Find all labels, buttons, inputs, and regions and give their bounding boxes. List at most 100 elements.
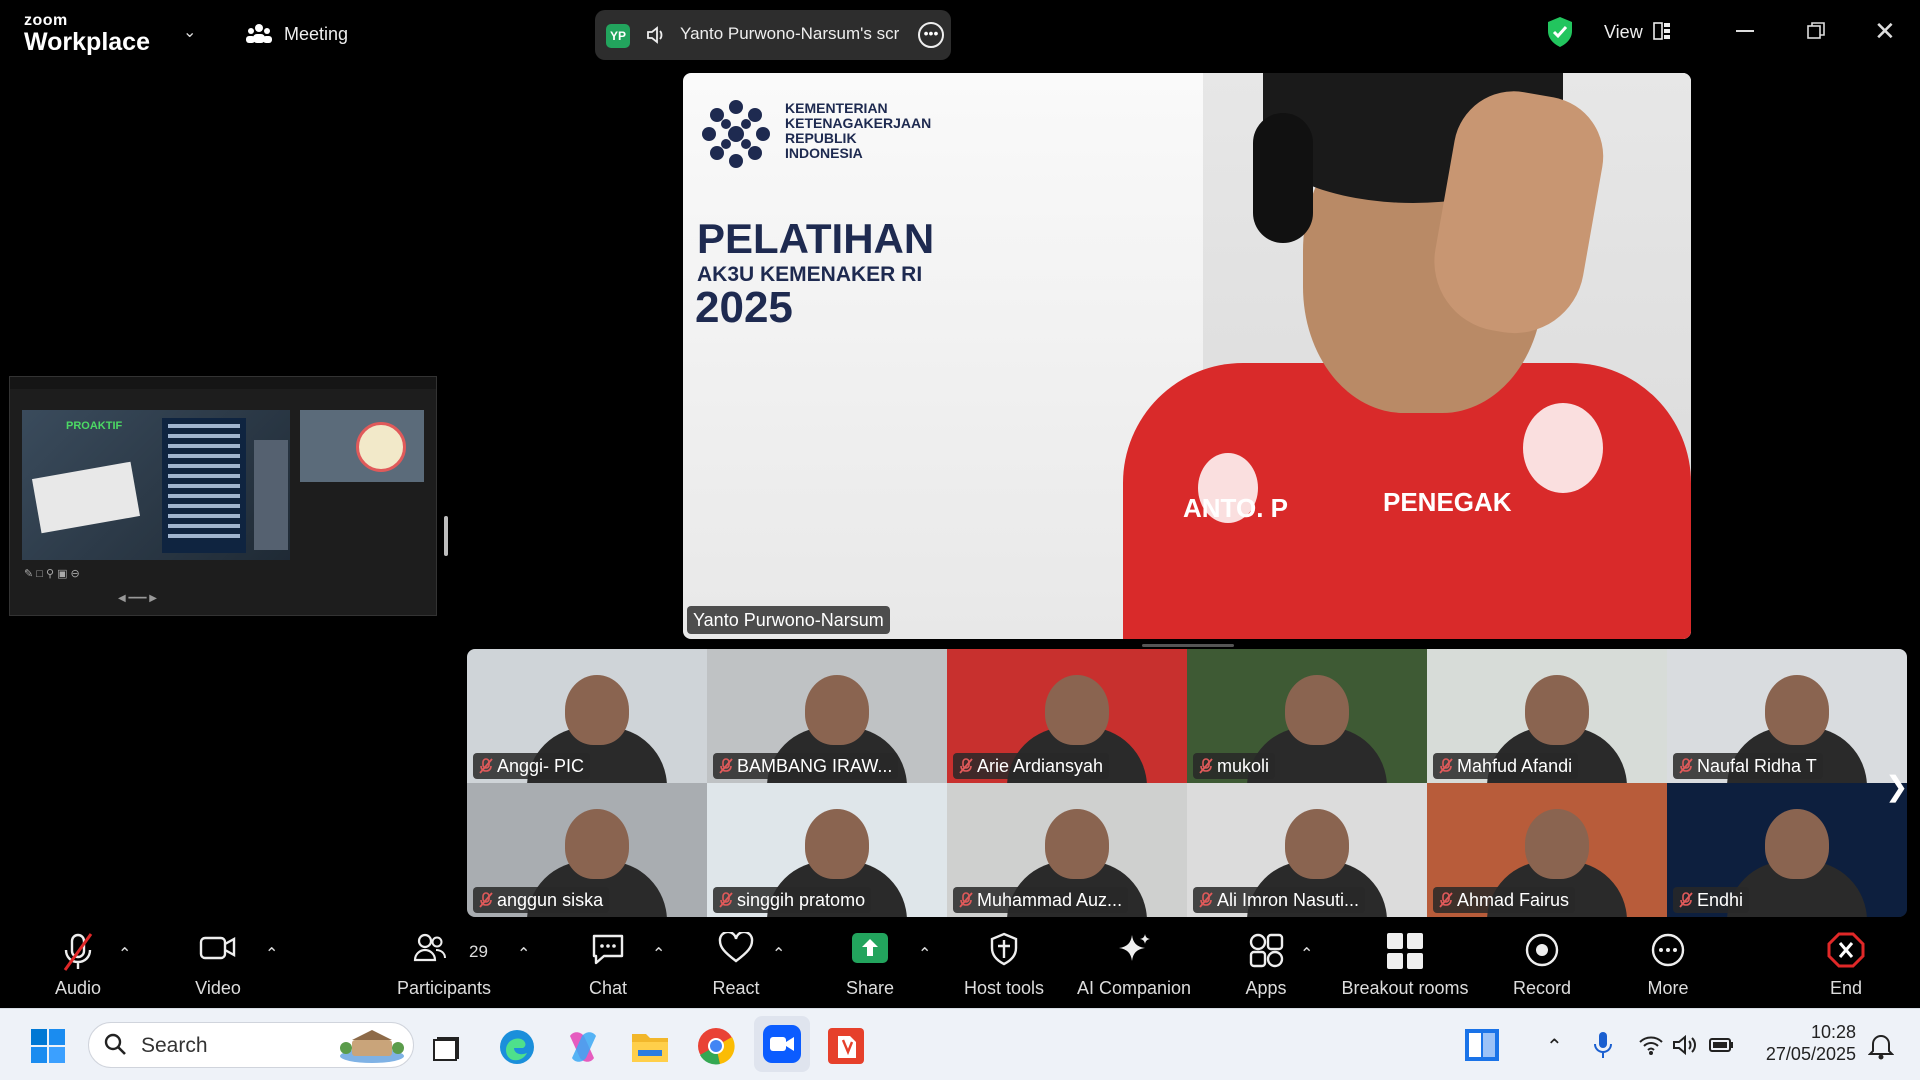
participant-tile[interactable]: Ali Imron Nasuti... (1187, 783, 1427, 917)
search-placeholder: Search (141, 1034, 208, 1057)
minimize-window-icon[interactable] (1736, 30, 1754, 32)
react-button[interactable]: React (698, 922, 774, 1008)
shirt-badge (1523, 403, 1603, 493)
react-options-chevron-icon[interactable]: ⌃ (772, 944, 785, 964)
gallery-next-page-icon[interactable]: ❯ (1885, 770, 1908, 803)
share-options-chevron-icon[interactable]: ⌃ (918, 944, 931, 964)
ai-companion-button[interactable]: AI Companion (1068, 922, 1200, 1008)
more-button[interactable]: More (1630, 922, 1706, 1008)
file-explorer-icon[interactable] (630, 1028, 670, 1069)
clock-date[interactable]: 27/05/2025 (1740, 1044, 1856, 1065)
muted-mic-icon (1199, 758, 1213, 774)
tray-microphone-icon[interactable] (1592, 1030, 1614, 1065)
record-button[interactable]: Record (1504, 922, 1580, 1008)
shared-screen-thumbnail[interactable]: PROAKTIF ✎ □ ⚲ ▣ ⊖ ◀ ━━━ ▶ (9, 376, 437, 616)
breakout-rooms-icon (1387, 933, 1423, 969)
participant-tile[interactable]: Ahmad Fairus (1427, 783, 1667, 917)
audio-button[interactable]: Audio (40, 922, 116, 1008)
host-tools-button[interactable]: Host tools (956, 922, 1052, 1008)
apps-button[interactable]: Apps (1228, 922, 1304, 1008)
tray-overflow-chevron-icon[interactable]: ⌃ (1546, 1034, 1563, 1059)
main-speaker-video[interactable]: ANTO. P PENEGAK KEMENTERIAN KETENAGAKERJ… (683, 73, 1691, 639)
apps-options-chevron-icon[interactable]: ⌃ (1300, 944, 1313, 964)
chevron-down-icon[interactable]: ⌄ (183, 22, 196, 42)
participant-face (1285, 809, 1349, 879)
record-icon (1525, 933, 1559, 967)
view-button[interactable]: View (1604, 22, 1643, 43)
chrome-browser-icon[interactable] (696, 1026, 736, 1071)
speaker-name-label: Yanto Purwono-Narsum (687, 606, 890, 634)
meeting-label[interactable]: Meeting (284, 24, 348, 45)
participant-name: singgih pratomo (713, 887, 872, 913)
speaker-icon (646, 25, 668, 50)
apps-icon (1249, 933, 1284, 968)
participant-face (565, 809, 629, 879)
sparkle-icon (1119, 934, 1150, 961)
banner-title: PELATIHAN (697, 215, 935, 262)
participants-button[interactable]: Participants (384, 922, 504, 1008)
participant-face (1765, 809, 1829, 879)
shirt-text: PENEGAK (1383, 487, 1512, 517)
participant-face (1765, 675, 1829, 745)
participant-tile[interactable]: BAMBANG IRAW... (707, 649, 947, 783)
video-splitter-handle[interactable] (1142, 644, 1234, 647)
muted-mic-icon (479, 892, 493, 908)
video-options-chevron-icon[interactable]: ⌃ (265, 944, 278, 964)
participant-tile[interactable]: Naufal Ridha T (1667, 649, 1907, 783)
participant-tile[interactable]: singgih pratomo (707, 783, 947, 917)
widget-panel-icon[interactable] (1464, 1028, 1500, 1067)
battery-icon[interactable] (1708, 1034, 1736, 1061)
participant-face (565, 675, 629, 745)
participant-tile[interactable]: Mahfud Afandi (1427, 649, 1667, 783)
participant-face (805, 809, 869, 879)
windows-start-icon[interactable] (30, 1028, 66, 1069)
volume-icon[interactable] (1672, 1034, 1698, 1061)
chat-options-chevron-icon[interactable]: ⌃ (652, 944, 665, 964)
share-options-icon[interactable]: ••• (918, 22, 944, 48)
participant-tile[interactable]: Arie Ardiansyah (947, 649, 1187, 783)
slide-title: PROAKTIF (66, 420, 123, 432)
close-window-icon[interactable]: ✕ (1874, 16, 1896, 47)
restore-window-icon[interactable] (1806, 21, 1826, 46)
headset (1253, 113, 1313, 243)
muted-mic-icon (959, 758, 973, 774)
audio-options-chevron-icon[interactable]: ⌃ (118, 944, 131, 964)
slide-photo (31, 461, 141, 534)
participants-options-chevron-icon[interactable]: ⌃ (517, 944, 530, 964)
muted-mic-icon (1439, 892, 1453, 908)
share-button[interactable]: Share (832, 922, 908, 1008)
chat-icon (592, 934, 624, 965)
copilot-icon[interactable] (564, 1028, 602, 1071)
slide-worker-image (254, 440, 288, 550)
participant-tile[interactable]: mukoli (1187, 649, 1427, 783)
participant-name: Muhammad Auz... (953, 887, 1129, 913)
meeting-icon (246, 22, 272, 51)
clock-time[interactable]: 10:28 (1740, 1022, 1856, 1043)
muted-mic-icon (1679, 892, 1693, 908)
slide-text-panel (162, 418, 246, 553)
participant-name: BAMBANG IRAW... (713, 753, 899, 779)
participant-tile[interactable]: Muhammad Auz... (947, 783, 1187, 917)
next-slide-preview (300, 410, 424, 482)
participant-gallery: Anggi- PIC BAMBANG IRAW... Arie Ardiansyah… (467, 649, 1907, 917)
task-view-icon[interactable] (432, 1032, 462, 1067)
video-button[interactable]: Video (180, 922, 256, 1008)
panel-resize-handle[interactable] (444, 516, 448, 556)
office-app-icon[interactable] (826, 1026, 866, 1071)
view-layout-icon[interactable] (1653, 22, 1671, 45)
end-meeting-button[interactable]: End (1808, 922, 1884, 1008)
more-dots-icon (1651, 933, 1685, 967)
security-shield-icon[interactable] (1546, 16, 1574, 53)
wifi-icon[interactable] (1638, 1034, 1664, 1061)
participant-tile[interactable]: Endhi (1667, 783, 1907, 917)
muted-mic-icon (959, 892, 973, 908)
edge-browser-icon[interactable] (498, 1028, 536, 1071)
participant-tile[interactable]: anggun siska (467, 783, 707, 917)
participant-name: Ali Imron Nasuti... (1193, 887, 1366, 913)
breakout-rooms-button[interactable]: Breakout rooms (1330, 922, 1480, 1008)
chat-button[interactable]: Chat (570, 922, 646, 1008)
notification-bell-icon[interactable] (1867, 1032, 1895, 1065)
participant-name: Naufal Ridha T (1673, 753, 1823, 779)
participant-tile[interactable]: Anggi- PIC (467, 649, 707, 783)
share-screen-icon (852, 933, 888, 963)
